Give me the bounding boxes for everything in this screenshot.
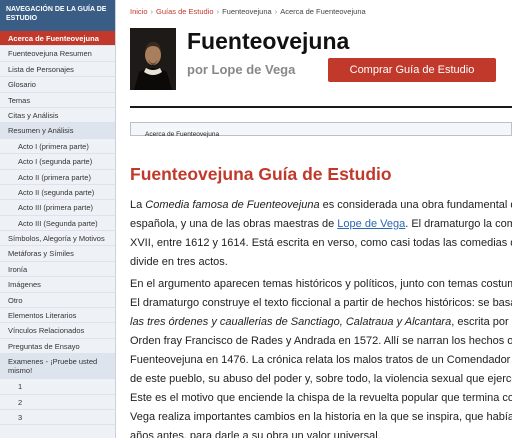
sidebar-subitem-acto-1a[interactable]: Acto I (primera parte): [0, 139, 115, 155]
breadcrumb: Inicio › Guías de Estudio › Fuenteovejuna › Ac…: [130, 7, 366, 16]
sidebar-subitem-acto-2a[interactable]: Acto II (primera parte): [0, 170, 115, 185]
paragraph-line: Orden fray Francisco de Rades y Andrada …: [130, 335, 512, 347]
text-run: española, y una de las obras maestras de: [130, 218, 338, 230]
sidebar-item-acerca[interactable]: Acerca de Fuenteovejuna: [0, 31, 115, 47]
sidebar-item-glosario[interactable]: Glosario: [0, 77, 115, 93]
paragraph-line: Este es el motivo que enciende la chispa…: [130, 392, 512, 404]
breadcrumb-separator: ›: [274, 7, 278, 16]
intro-paragraph: La Comedia famosa de Fuenteovejuna es co…: [130, 196, 512, 272]
work-title-italic: Comedia famosa de Fuenteovejuna: [145, 199, 320, 211]
text-run: La: [130, 199, 146, 211]
breadcrumb-separator: ›: [150, 7, 154, 16]
paragraph-line: Vega realiza importantes cambios en la h…: [130, 411, 512, 423]
plot-paragraph: En el argumento aparecen temas histórico…: [130, 275, 512, 438]
main-content: Inicio › Guías de Estudio › Fuenteovejuna › Ac…: [116, 0, 512, 438]
sidebar-subitem-exam-3[interactable]: 3: [0, 410, 115, 426]
sidebar-subitem-acto-1b[interactable]: Acto I (segunda parte): [0, 154, 115, 170]
book-author: por Lope de Vega: [187, 62, 296, 77]
sidebar-subitem-acto-2b[interactable]: Acto II (segunda parte): [0, 185, 115, 201]
paragraph-line: La Comedia famosa de Fuenteovejuna es co…: [130, 196, 512, 215]
paragraph-line: El dramaturgo construye el texto ficcion…: [130, 297, 512, 309]
sidebar-item-ironia[interactable]: Ironía: [0, 262, 115, 278]
book-title: Fuenteovejuna: [187, 28, 350, 54]
text-run: es considerada una obra fundamental de l…: [322, 199, 512, 211]
page-title: Fuenteovejuna Guía de Estudio: [130, 164, 392, 184]
sidebar-subitem-exam-2[interactable]: 2: [0, 395, 115, 410]
text-run: , escrita por el licenciado de la: [451, 316, 512, 328]
paragraph-line: divide en tres actos.: [130, 256, 228, 268]
section-select[interactable]: Acerca de Fuenteovejuna: [131, 128, 511, 141]
breadcrumb-current: Acerca de Fuenteovejuna: [280, 7, 366, 16]
text-run: . El dramaturgo la compuso a principios …: [405, 218, 512, 230]
paragraph-line: de este pueblo, su abuso del poder y, so…: [130, 373, 512, 385]
sidebar-subitem-acto-3b[interactable]: Acto III (Segunda parte): [0, 216, 115, 232]
sidebar-item-imagenes[interactable]: Imágenes: [0, 277, 115, 293]
paragraph-line: las tres órdenes y cauallerias de Sancti…: [130, 313, 512, 332]
header-divider: [130, 106, 512, 108]
sidebar-item-resumen-analisis[interactable]: Resumen y Análisis: [0, 123, 115, 139]
sidebar-item-temas[interactable]: Temas: [0, 93, 115, 108]
author-portrait-image: [130, 28, 176, 90]
paragraph-line: Fuenteovejuna en 1476. La crónica relata…: [130, 354, 512, 366]
sidebar-subitem-exam-1[interactable]: 1: [0, 379, 115, 395]
sidebar-item-citas[interactable]: Citas y Análisis: [0, 108, 115, 124]
sidebar-item-personajes[interactable]: Lista de Personajes: [0, 62, 115, 78]
sidebar-heading: NAVEGACIÓN DE LA GUÍA DE ESTUDIO: [0, 0, 115, 31]
author-link[interactable]: Lope de Vega: [337, 218, 405, 230]
paragraph-line: española, y una de las obras maestras de…: [130, 215, 512, 234]
sidebar: NAVEGACIÓN DE LA GUÍA DE ESTUDIO Acerca …: [0, 0, 116, 438]
author-portrait: [130, 28, 176, 90]
breadcrumb-guides[interactable]: Guías de Estudio: [156, 7, 214, 16]
paragraph-line: años antes, para darle a su obra un valo…: [130, 430, 381, 438]
paragraph-line: En el argumento aparecen temas histórico…: [130, 278, 512, 290]
sidebar-item-simbolos[interactable]: Símbolos, Alegoría y Motivos: [0, 231, 115, 247]
breadcrumb-separator: ›: [216, 7, 220, 16]
sidebar-item-vinculos[interactable]: Vínculos Relacionados: [0, 323, 115, 339]
section-jump: Acerca de Fuenteovejuna: [130, 122, 512, 141]
sidebar-subitem-acto-3a[interactable]: Acto III (primera parte): [0, 200, 115, 216]
sidebar-item-preguntas[interactable]: Preguntas de Ensayo: [0, 339, 115, 355]
sidebar-item-elementos[interactable]: Elementos Literarios: [0, 308, 115, 324]
chronicle-title-italic: las tres órdenes y cauallerias de Sancti…: [130, 316, 452, 328]
sidebar-item-otro[interactable]: Otro: [0, 293, 115, 309]
breadcrumb-home[interactable]: Inicio: [130, 7, 148, 16]
sidebar-item-metaforas[interactable]: Metáforas y Símiles: [0, 246, 115, 262]
sidebar-item-resumen[interactable]: Fuenteovejuna Resumen: [0, 46, 115, 62]
breadcrumb-book[interactable]: Fuenteovejuna: [222, 7, 272, 16]
buy-study-guide-button[interactable]: Comprar Guía de Estudio: [328, 58, 496, 82]
sidebar-item-examenes[interactable]: Examenes - ¡Pruebe usted mismo!: [0, 354, 115, 380]
paragraph-line: XVII, entre 1612 y 1614. Está escrita en…: [130, 237, 512, 249]
